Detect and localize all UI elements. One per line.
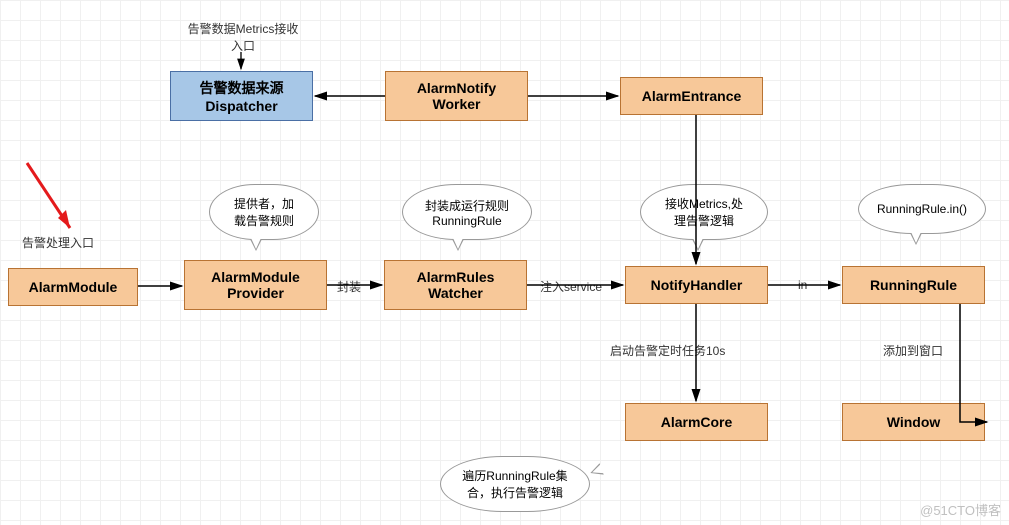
edge-label-zhuru: 注入service: [540, 278, 602, 295]
node-alarm-core: AlarmCore: [625, 403, 768, 441]
node-dispatcher: 告警数据来源 Dispatcher: [170, 71, 313, 121]
red-pointer-arrow: [22, 158, 82, 246]
node-notify-handler: NotifyHandler: [625, 266, 768, 304]
bubble-notify: 接收Metrics,处 理告警逻辑: [640, 184, 768, 240]
bubble-notify-tail: [692, 239, 704, 251]
bubble-watcher-tail: [452, 239, 464, 251]
callout-metrics-entry: 告警数据Metrics接收 入口: [158, 20, 328, 54]
node-alarm-module-provider: AlarmModule Provider: [184, 260, 327, 310]
node-alarm-notify-worker: AlarmNotify Worker: [385, 71, 528, 121]
node-alarm-entrance: AlarmEntrance: [620, 77, 763, 115]
bubble-core: 遍历RunningRule集 合，执行告警逻辑: [440, 456, 590, 512]
callout-process-entry: 告警处理入口: [22, 234, 94, 251]
node-window: Window: [842, 403, 985, 441]
bubble-running: RunningRule.in(): [858, 184, 986, 234]
bubble-provider-tail: [250, 239, 262, 251]
node-alarm-module: AlarmModule: [8, 268, 138, 306]
edge-label-in: in: [798, 278, 807, 292]
edge-label-qidong: 启动告警定时任务10s: [610, 342, 725, 359]
bubble-watcher: 封装成运行规则 RunningRule: [402, 184, 532, 240]
edge-label-fengzhuang: 封装: [337, 278, 361, 295]
bubble-running-tail: [910, 233, 922, 245]
bubble-provider: 提供者，加 载告警规则: [209, 184, 319, 240]
watermark: @51CTO博客: [920, 500, 1001, 519]
node-running-rule: RunningRule: [842, 266, 985, 304]
node-alarm-rules-watcher: AlarmRules Watcher: [384, 260, 527, 310]
edge-label-tianjia: 添加到窗口: [883, 342, 943, 359]
